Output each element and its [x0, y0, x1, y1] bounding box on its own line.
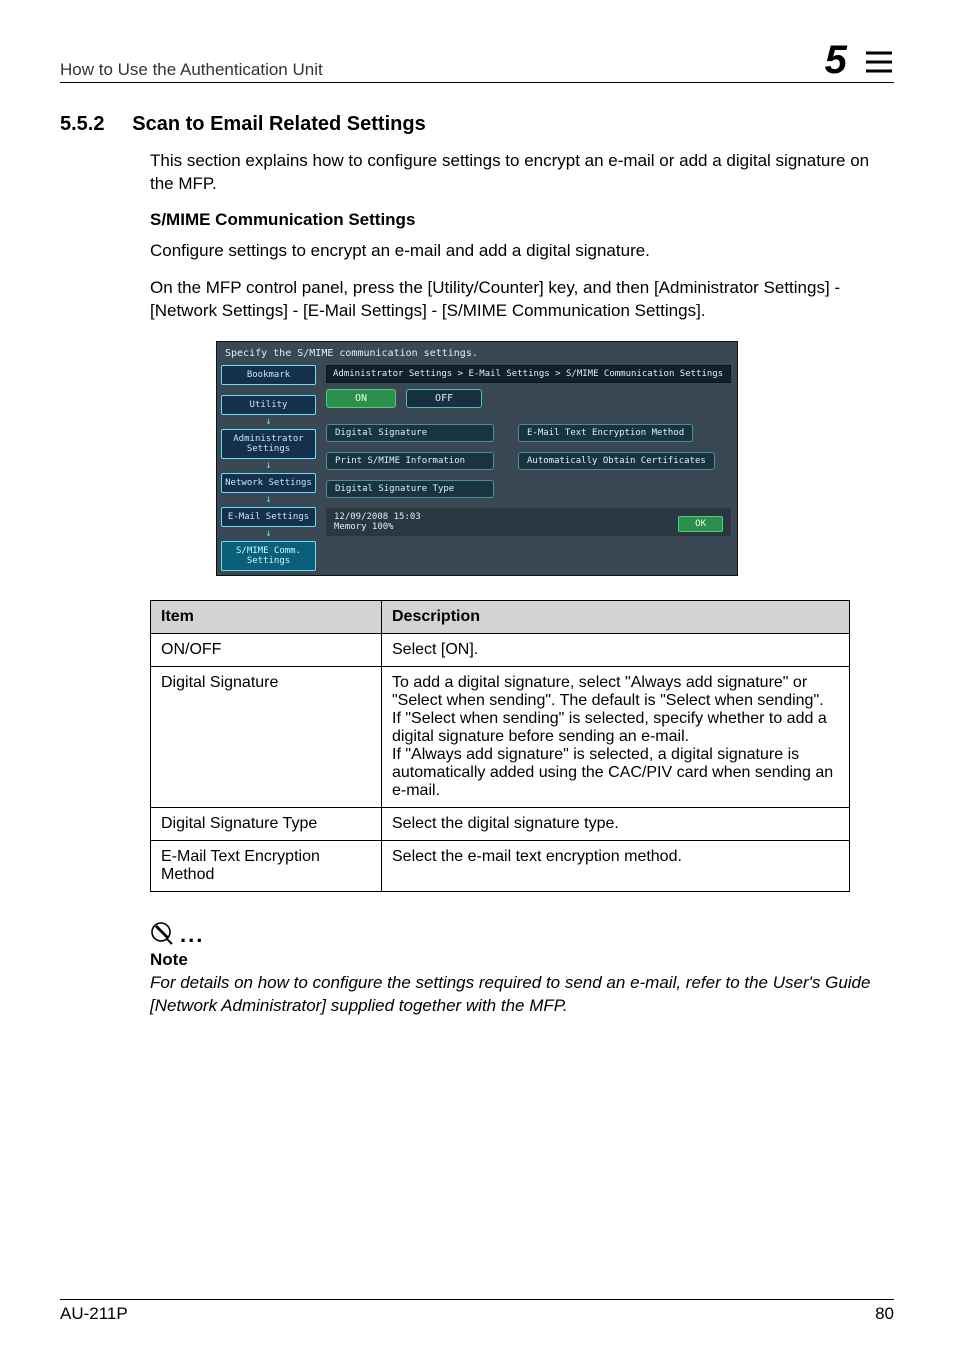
mfp-sidebar: Bookmark Utility ↓ Administrator Setting…	[217, 361, 320, 575]
print-smime-option[interactable]: Print S/MIME Information	[326, 452, 494, 470]
arrow-down-icon: ↓	[221, 531, 316, 537]
settings-table: Item Description ON/OFF Select [ON]. Dig…	[150, 600, 850, 892]
signature-type-option[interactable]: Digital Signature Type	[326, 480, 494, 498]
network-settings-button[interactable]: Network Settings	[221, 473, 316, 493]
note-label: Note	[150, 950, 894, 970]
bookmark-button[interactable]: Bookmark	[221, 365, 316, 385]
intro-paragraph: This section explains how to configure s…	[60, 150, 894, 196]
auto-certificates-option[interactable]: Automatically Obtain Certificates	[518, 452, 715, 470]
mfp-memory: Memory 100%	[334, 522, 421, 532]
table-cell-desc: To add a digital signature, select "Alwa…	[382, 666, 850, 807]
table-cell-desc: Select the digital signature type.	[382, 807, 850, 840]
mfp-screenshot: Specify the S/MIME communication setting…	[60, 341, 894, 576]
table-cell-item: Digital Signature	[151, 666, 382, 807]
ellipsis-icon: ...	[180, 922, 204, 948]
mfp-instruction: Specify the S/MIME communication setting…	[217, 342, 737, 361]
section-heading: 5.5.2 Scan to Email Related Settings	[60, 113, 894, 136]
mfp-panel: Specify the S/MIME communication setting…	[216, 341, 738, 576]
encryption-method-option[interactable]: E-Mail Text Encryption Method	[518, 424, 693, 442]
note-text: For details on how to configure the sett…	[150, 972, 894, 1018]
chapter-number: 5	[825, 40, 894, 80]
footer-model: AU-211P	[60, 1304, 128, 1324]
mfp-datetime: 12/09/2008 15:03	[334, 512, 421, 522]
mfp-main: Administrator Settings > E-Mail Settings…	[320, 361, 737, 575]
table-row: Digital Signature Type Select the digita…	[151, 807, 850, 840]
table-header-description: Description	[382, 600, 850, 633]
paragraph-1: Configure settings to encrypt an e-mail …	[60, 240, 894, 263]
arrow-down-icon: ↓	[221, 419, 316, 425]
smime-settings-button[interactable]: S/MIME Comm. Settings	[221, 541, 316, 571]
table-cell-item: Digital Signature Type	[151, 807, 382, 840]
table-row: E-Mail Text Encryption Method Select the…	[151, 840, 850, 891]
off-button[interactable]: OFF	[406, 389, 482, 408]
paragraph-2: On the MFP control panel, press the [Uti…	[60, 277, 894, 323]
digital-signature-option[interactable]: Digital Signature	[326, 424, 494, 442]
page-header: How to Use the Authentication Unit 5	[60, 40, 894, 83]
subsection-heading: S/MIME Communication Settings	[60, 210, 894, 230]
footer-page: 80	[875, 1304, 894, 1324]
section-number: 5.5.2	[60, 113, 104, 135]
table-row: Digital Signature To add a digital signa…	[151, 666, 850, 807]
note-pencil-icon	[150, 920, 178, 948]
table-cell-item: E-Mail Text Encryption Method	[151, 840, 382, 891]
on-button[interactable]: ON	[326, 389, 396, 408]
table-cell-desc: Select the e-mail text encryption method…	[382, 840, 850, 891]
email-settings-button[interactable]: E-Mail Settings	[221, 507, 316, 527]
note-block: ... Note For details on how to configure…	[60, 920, 894, 1018]
table-cell-desc: Select [ON].	[382, 633, 850, 666]
header-lines-icon	[864, 47, 894, 77]
section-title: Scan to Email Related Settings	[132, 113, 425, 135]
admin-settings-button[interactable]: Administrator Settings	[221, 429, 316, 459]
arrow-down-icon: ↓	[221, 463, 316, 469]
ok-button[interactable]: OK	[678, 516, 723, 532]
table-row: ON/OFF Select [ON].	[151, 633, 850, 666]
table-header-item: Item	[151, 600, 382, 633]
arrow-down-icon: ↓	[221, 497, 316, 503]
table-cell-item: ON/OFF	[151, 633, 382, 666]
header-title: How to Use the Authentication Unit	[60, 60, 323, 80]
utility-button[interactable]: Utility	[221, 395, 316, 415]
breadcrumb-path: Administrator Settings > E-Mail Settings…	[326, 365, 731, 383]
page-footer: AU-211P 80	[60, 1299, 894, 1324]
mfp-status: 12/09/2008 15:03 Memory 100%	[334, 512, 421, 532]
